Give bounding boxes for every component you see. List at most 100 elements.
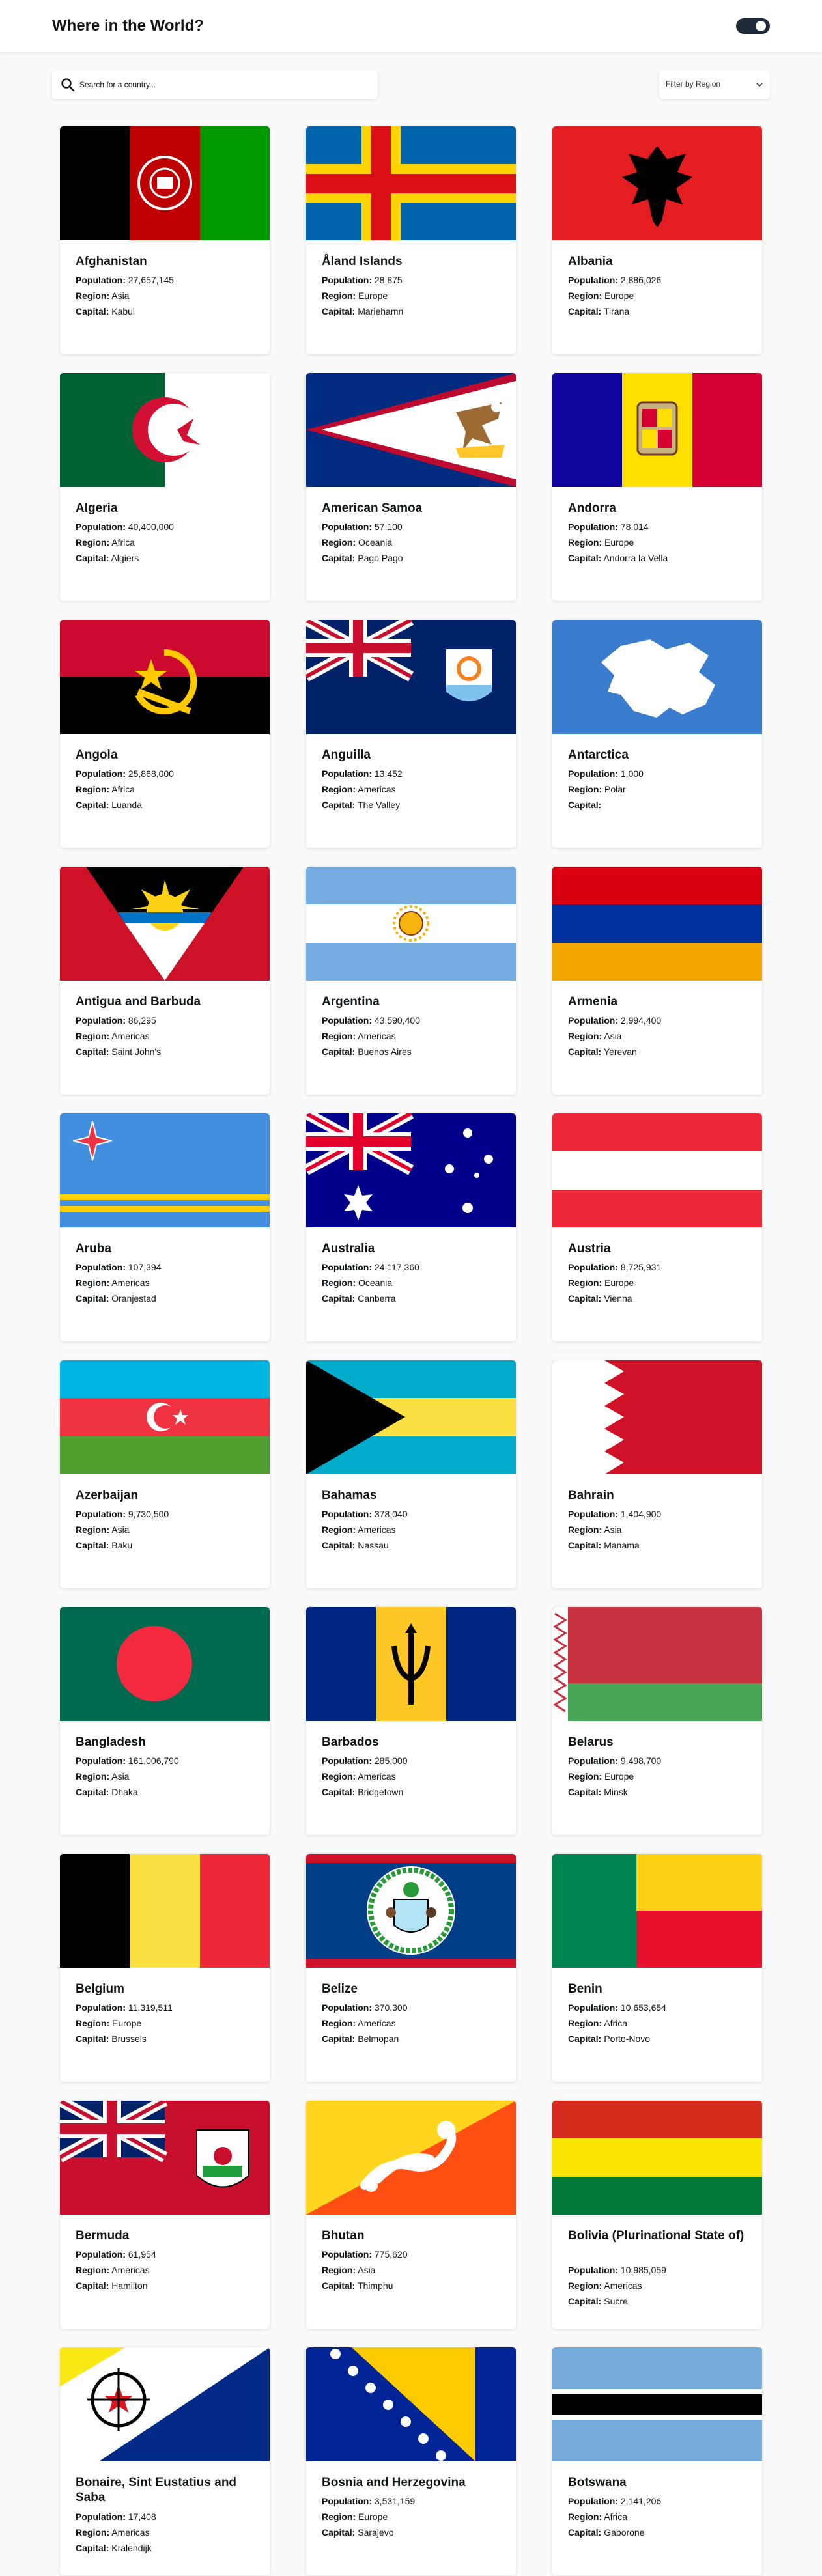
country-card[interactable]: Botswana Population: 2,141,206 Region: Afr… <box>552 2347 762 2575</box>
region-value: Asia <box>356 2265 376 2275</box>
population-value: 1,000 <box>618 768 644 779</box>
anguilla-flag-image <box>306 620 516 734</box>
country-card[interactable]: Barbados Population: 285,000 Region: Ameri… <box>306 1607 516 1835</box>
region-label: Region: <box>322 2512 356 2522</box>
region-row: Region: Europe <box>568 1275 750 1291</box>
region-filter-select[interactable]: Filter by Region <box>659 70 770 99</box>
country-name: Belarus <box>568 1735 614 1749</box>
region-label: Region: <box>76 537 110 548</box>
country-card[interactable]: Bhutan Population: 775,620 Region: Asia Cap… <box>306 2101 516 2329</box>
capital-label: Capital: <box>322 800 356 810</box>
benin-flag-image <box>552 1854 762 1968</box>
region-label: Region: <box>76 1031 110 1041</box>
region-row: Region: Europe <box>322 288 504 303</box>
search-bar[interactable] <box>52 70 378 99</box>
population-label: Population: <box>568 275 618 285</box>
capital-row: Capital: The Valley <box>322 797 504 813</box>
country-card[interactable]: Argentina Population: 43,590,400 Region: A… <box>306 867 516 1095</box>
region-label: Region: <box>76 2018 110 2028</box>
region-label: Region: <box>76 1524 110 1535</box>
region-value: Europe <box>602 290 634 301</box>
capital-label: Capital: <box>568 1046 602 1057</box>
country-name: Åland Islands <box>322 255 403 268</box>
capital-row: Capital: Baku <box>76 1537 258 1553</box>
region-value: Europe <box>602 1771 634 1782</box>
population-label: Population: <box>76 1756 126 1766</box>
country-card[interactable]: Afghanistan Population: 27,657,145 Region:… <box>60 126 270 354</box>
country-card[interactable]: Bosnia and Herzegovina Population: 3,531,… <box>306 2347 516 2575</box>
population-row: Population: 1,404,900 <box>568 1506 750 1522</box>
country-card[interactable]: Belgium Population: 11,319,511 Region: Eur… <box>60 1854 270 2082</box>
search-icon <box>61 78 75 92</box>
country-name: Albania <box>568 255 613 268</box>
country-info: Population: 40,400,000 Region: Africa Capi… <box>76 519 258 566</box>
country-card[interactable]: Bahrain Population: 1,404,900 Region: Asia… <box>552 1360 762 1588</box>
country-card[interactable]: Bermuda Population: 61,954 Region: America… <box>60 2101 270 2329</box>
region-value: Africa <box>602 2512 628 2522</box>
theme-toggle[interactable] <box>736 18 770 34</box>
population-label: Population: <box>568 1509 618 1519</box>
country-info: Population: 2,141,206 Region: Africa Capit… <box>568 2493 750 2540</box>
capital-label: Capital: <box>322 1293 356 1304</box>
country-card[interactable]: Albania Population: 2,886,026 Region: Euro… <box>552 126 762 354</box>
capital-value: Thimphu <box>355 2280 393 2291</box>
region-label: Region: <box>322 2265 356 2275</box>
country-name: Bosnia and Herzegovina <box>322 2476 466 2489</box>
australia-flag-image <box>306 1113 516 1227</box>
country-card[interactable]: Angola Population: 25,868,000 Region: Afri… <box>60 620 270 848</box>
country-card[interactable]: Algeria Population: 40,400,000 Region: Afr… <box>60 373 270 601</box>
region-value: Polar <box>602 784 626 794</box>
population-value: 285,000 <box>372 1756 408 1766</box>
country-info: Population: 61,954 Region: Americas Capita… <box>76 2247 258 2293</box>
population-row: Population: 775,620 <box>322 2247 504 2262</box>
country-card[interactable]: Bolivia (Plurinational State of) Populati… <box>552 2101 762 2329</box>
population-row: Population: 27,657,145 <box>76 272 258 288</box>
country-card[interactable]: Bonaire, Sint Eustatius and Saba Populati… <box>60 2347 270 2575</box>
region-value: Asia <box>602 1031 622 1041</box>
country-name: Afghanistan <box>76 255 147 268</box>
bhutan-flag-image <box>306 2101 516 2215</box>
country-info: Population: 11,319,511 Region: Europe Capi… <box>76 2000 258 2047</box>
country-card[interactable]: Antarctica Population: 1,000 Region: Polar… <box>552 620 762 848</box>
country-card[interactable]: Antigua and Barbuda Population: 86,295 Reg… <box>60 867 270 1095</box>
country-card[interactable]: Bahamas Population: 378,040 Region: Americ… <box>306 1360 516 1588</box>
region-row: Region: Africa <box>76 535 258 550</box>
region-label: Region: <box>76 1278 110 1288</box>
population-label: Population: <box>76 1262 126 1272</box>
country-card[interactable]: Azerbaijan Population: 9,730,500 Region: A… <box>60 1360 270 1588</box>
population-label: Population: <box>568 522 618 532</box>
population-row: Population: 57,100 <box>322 519 504 535</box>
country-card[interactable]: Australia Population: 24,117,360 Region: O… <box>306 1113 516 1341</box>
search-input[interactable] <box>79 76 366 94</box>
country-card[interactable]: Belarus Population: 9,498,700 Region: Euro… <box>552 1607 762 1835</box>
country-card[interactable]: Benin Population: 10,653,654 Region: Afric… <box>552 1854 762 2082</box>
belgium-flag-image <box>60 1854 270 1968</box>
country-card[interactable]: Anguilla Population: 13,452 Region: Americ… <box>306 620 516 848</box>
population-row: Population: 10,985,059 <box>568 2262 750 2278</box>
population-value: 25,868,000 <box>126 768 174 779</box>
capital-label: Capital: <box>322 2034 356 2044</box>
region-label: Region: <box>76 290 110 301</box>
capital-label: Capital: <box>76 2543 109 2553</box>
country-card[interactable]: Bangladesh Population: 161,006,790 Region:… <box>60 1607 270 1835</box>
country-info: Population: 2,886,026 Region: Europe Capit… <box>568 272 750 319</box>
population-value: 10,985,059 <box>618 2265 666 2275</box>
population-row: Population: 43,590,400 <box>322 1013 504 1028</box>
capital-row: Capital: Tirana <box>568 303 750 319</box>
population-value: 10,653,654 <box>618 2002 666 2013</box>
country-card[interactable]: Armenia Population: 2,994,400 Region: Asia… <box>552 867 762 1095</box>
country-card[interactable]: Austria Population: 8,725,931 Region: Euro… <box>552 1113 762 1341</box>
country-card[interactable]: Andorra Population: 78,014 Region: Europe C… <box>552 373 762 601</box>
country-card[interactable]: American Samoa Population: 57,100 Region: … <box>306 373 516 601</box>
population-row: Population: 161,006,790 <box>76 1753 258 1769</box>
country-card[interactable]: Åland Islands Population: 28,875 Region: E… <box>306 126 516 354</box>
country-card[interactable]: Belize Population: 370,300 Region: America… <box>306 1854 516 2082</box>
region-row: Region: Oceania <box>322 535 504 550</box>
population-label: Population: <box>76 522 126 532</box>
population-label: Population: <box>322 522 372 532</box>
region-value: Europe <box>109 2018 142 2028</box>
region-label: Region: <box>322 784 356 794</box>
population-value: 9,730,500 <box>126 1509 169 1519</box>
country-name: Australia <box>322 1242 375 1255</box>
country-card[interactable]: Aruba Population: 107,394 Region: Americas… <box>60 1113 270 1341</box>
